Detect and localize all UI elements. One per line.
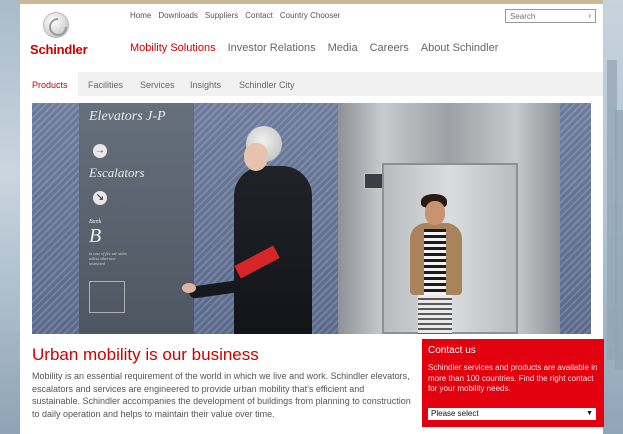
contact-box: Contact us Schindler services and produc… <box>422 339 604 427</box>
meta-nav-downloads[interactable]: Downloads <box>158 11 198 20</box>
meta-nav-suppliers[interactable]: Suppliers <box>205 11 238 20</box>
panel-fire-notice: in case of fire use stairs unless otherw… <box>89 251 127 266</box>
background-right <box>603 0 623 434</box>
intro-text: Mobility is an essential requirement of … <box>32 371 411 419</box>
main-nav-investor-relations[interactable]: Investor Relations <box>228 42 316 54</box>
contact-title: Contact us <box>428 345 476 356</box>
panel-heading-elevators: Elevators J-P <box>89 109 166 124</box>
main-nav-careers[interactable]: Careers <box>370 42 409 54</box>
main-nav-media[interactable]: Media <box>328 42 358 54</box>
schindler-emblem-icon <box>43 12 69 38</box>
tab-services[interactable]: Services <box>140 80 175 90</box>
sub-nav: Products Facilities Services Insights Sc… <box>20 72 603 96</box>
floor-diagram <box>89 281 125 313</box>
contact-country-select[interactable]: Please select ▼ <box>428 408 596 420</box>
meta-nav-country-chooser[interactable]: Country Chooser <box>280 11 340 20</box>
arrow-right-icon: → <box>93 144 107 158</box>
meta-nav: Home Downloads Suppliers Contact Country Cho… <box>130 11 347 20</box>
search-input[interactable] <box>506 10 586 22</box>
elevator-directory-panel: Elevators J-P → Escalators ↘ Bank B in c… <box>79 103 194 334</box>
main-nav-about-schindler[interactable]: About Schindler <box>421 42 499 54</box>
tab-products[interactable]: Products <box>32 80 68 90</box>
chevron-down-icon: ▼ <box>586 410 593 417</box>
tab-facilities[interactable]: Facilities <box>88 80 123 90</box>
panel-heading-escalators: Escalators <box>89 165 145 180</box>
main-nav: Mobility Solutions Investor Relations Medi… <box>130 42 510 54</box>
logo-wordmark: Schindler <box>30 42 88 57</box>
page-title: Urban mobility is our business <box>32 345 259 364</box>
background-left <box>0 0 20 434</box>
meta-nav-contact[interactable]: Contact <box>245 11 273 20</box>
chevron-right-icon[interactable]: › <box>588 11 591 20</box>
tab-schindler-city[interactable]: Schindler City <box>239 80 295 90</box>
hero-image: Elevators J-P → Escalators ↘ Bank B in c… <box>32 103 591 334</box>
contact-select-value: Please select <box>431 409 479 418</box>
search-box: › <box>505 9 596 23</box>
schindler-logo[interactable]: Schindler <box>30 10 88 60</box>
arrow-down-right-icon: ↘ <box>93 191 107 205</box>
main-nav-mobility-solutions[interactable]: Mobility Solutions <box>130 42 216 54</box>
page: Schindler Home Downloads Suppliers Contact C… <box>20 4 604 434</box>
panel-bank-letter: B <box>89 225 102 247</box>
meta-nav-home[interactable]: Home <box>130 11 151 20</box>
tab-insights[interactable]: Insights <box>190 80 221 90</box>
contact-text: Schindler services and products are avai… <box>428 363 598 393</box>
